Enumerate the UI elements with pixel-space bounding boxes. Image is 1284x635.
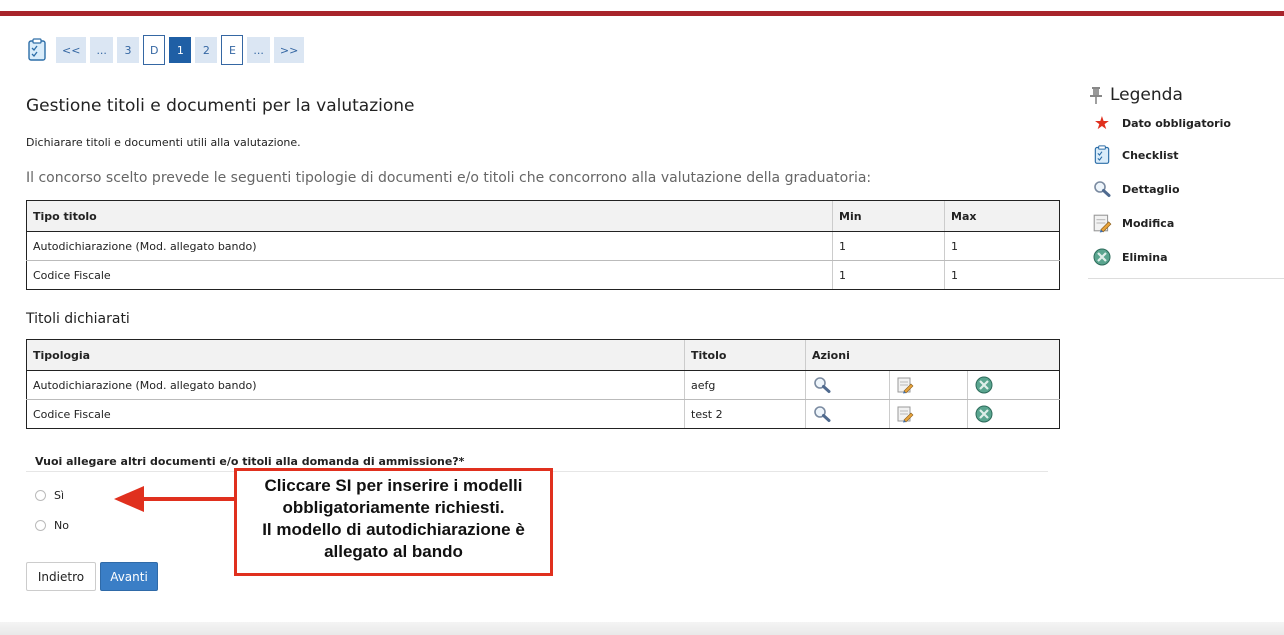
delete-icon[interactable]	[974, 375, 994, 395]
step-3[interactable]: 3	[116, 37, 139, 63]
footer-band	[0, 622, 1284, 635]
pin-icon	[1090, 87, 1102, 104]
legend-label: Dettaglio	[1122, 182, 1180, 196]
cell-min: 1	[832, 260, 945, 290]
lead-text: Il concorso scelto prevede le seguenti t…	[26, 170, 872, 186]
step-ellipsis-right[interactable]: ...	[247, 37, 270, 63]
action-cell	[967, 399, 1060, 429]
intro-text: Dichiarare titoli e documenti utili alla…	[26, 136, 301, 149]
cell-max: 1	[944, 231, 1060, 261]
brand-bar	[0, 11, 1284, 16]
edit-icon	[1093, 214, 1112, 233]
magnifier-icon[interactable]	[812, 376, 832, 394]
legend-heading: Legenda	[1088, 82, 1284, 108]
radio-button[interactable]	[35, 520, 46, 531]
radio-option-si[interactable]: Sì	[35, 489, 64, 502]
magnifier-icon[interactable]	[812, 405, 832, 423]
callout-line: Cliccare SI per inserire i modelli	[264, 476, 523, 495]
legend-label: Modifica	[1122, 216, 1175, 230]
column-header-min: Min	[832, 200, 945, 232]
cell-titolo: aefg	[684, 370, 806, 400]
action-cell	[805, 399, 890, 429]
table-row: Autodichiarazione (Mod. allegato bando) …	[26, 231, 1060, 261]
step-navigation: << ... 3 D 1 2 E ... >>	[26, 35, 308, 65]
legend-title: Legenda	[1110, 85, 1183, 105]
step-last[interactable]: >>	[273, 37, 305, 63]
edit-icon[interactable]	[896, 405, 914, 423]
radio-option-no[interactable]: No	[35, 519, 69, 532]
legend-item-detail: Dettaglio	[1088, 172, 1284, 206]
action-cell	[805, 370, 890, 400]
step-2[interactable]: 2	[195, 37, 218, 63]
action-cell	[889, 370, 968, 400]
table-header-row: Tipo titolo Min Max	[26, 200, 1060, 232]
step-first[interactable]: <<	[56, 37, 87, 63]
legend-panel: Legenda ★ Dato obbligatorio Checklist De…	[1088, 82, 1284, 279]
question-label: Vuoi allegare altri documenti e/o titoli…	[35, 455, 465, 468]
cell-min: 1	[832, 231, 945, 261]
column-header-tipologia: Tipologia	[26, 339, 685, 371]
magnifier-icon	[1094, 181, 1111, 197]
callout-line: allegato al bando	[324, 542, 463, 561]
table-header-row: Tipologia Titolo Azioni	[26, 339, 1060, 371]
radio-button[interactable]	[35, 490, 46, 501]
legend-item-checklist: Checklist	[1088, 138, 1284, 172]
legend-item-required: ★ Dato obbligatorio	[1088, 108, 1284, 138]
table-row: Codice Fiscale test 2	[26, 399, 1060, 429]
action-cell	[967, 370, 1060, 400]
step-ellipsis-left[interactable]: ...	[90, 37, 113, 63]
column-header-titolo: Titolo	[684, 339, 806, 371]
checklist-icon	[1094, 145, 1110, 164]
title-types-table: Tipo titolo Min Max Autodichiarazione (M…	[26, 200, 1060, 290]
column-header-max: Max	[944, 200, 1060, 232]
divider	[1088, 278, 1284, 279]
step-1-current[interactable]: 1	[169, 37, 192, 63]
delete-icon	[1093, 248, 1111, 266]
declared-titles-table: Tipologia Titolo Azioni Autodichiarazion…	[26, 339, 1060, 429]
column-header-tipo-titolo: Tipo titolo	[26, 200, 833, 232]
legend-item-delete: Elimina	[1088, 240, 1284, 274]
declared-titles-heading: Titoli dichiarati	[26, 311, 130, 327]
legend-label: Checklist	[1122, 148, 1179, 162]
legend-label: Dato obbligatorio	[1122, 116, 1231, 130]
callout-line: obbligatoriamente richiesti.	[282, 498, 505, 517]
column-header-azioni: Azioni	[805, 339, 1060, 371]
back-button[interactable]: Indietro	[26, 562, 96, 591]
cell-tipo-titolo: Codice Fiscale	[26, 260, 833, 290]
next-button[interactable]: Avanti	[100, 562, 158, 591]
step-d[interactable]: D	[142, 35, 166, 65]
edit-icon[interactable]	[896, 376, 914, 394]
annotation-arrow-icon	[114, 486, 236, 512]
legend-item-edit: Modifica	[1088, 206, 1284, 240]
callout-line: Il modello di autodichiarazione è	[262, 520, 525, 539]
table-row: Autodichiarazione (Mod. allegato bando) …	[26, 370, 1060, 400]
annotation-callout: Cliccare SI per inserire i modelli obbli…	[234, 468, 553, 576]
legend-label: Elimina	[1122, 250, 1168, 264]
cell-tipologia: Codice Fiscale	[26, 399, 685, 429]
cell-max: 1	[944, 260, 1060, 290]
delete-icon[interactable]	[974, 404, 994, 424]
cell-tipo-titolo: Autodichiarazione (Mod. allegato bando)	[26, 231, 833, 261]
radio-label: Sì	[54, 489, 65, 502]
asterisk-icon: ★	[1093, 112, 1111, 134]
table-row: Codice Fiscale 1 1	[26, 260, 1060, 290]
step-e[interactable]: E	[221, 35, 244, 65]
page-title: Gestione titoli e documenti per la valut…	[26, 96, 415, 116]
action-cell	[889, 399, 968, 429]
radio-label: No	[54, 519, 69, 532]
cell-titolo: test 2	[684, 399, 806, 429]
cell-tipologia: Autodichiarazione (Mod. allegato bando)	[26, 370, 685, 400]
checklist-icon[interactable]	[26, 38, 48, 62]
